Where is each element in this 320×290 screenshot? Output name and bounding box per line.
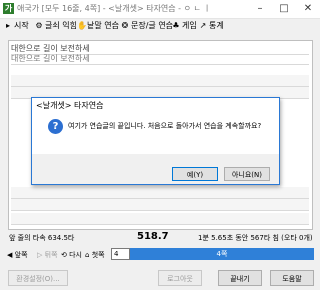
current-speed: 518.7 [137, 231, 169, 242]
menu-label: 게임 [182, 21, 197, 30]
yes-button[interactable]: 예(Y) [172, 167, 218, 181]
retry-button[interactable]: ⟲ 다시 [61, 250, 82, 260]
menu-label: 시작 [14, 21, 29, 30]
menu-word-practice[interactable]: ✋ 낱말 연습 [77, 20, 119, 31]
menu-label: 낱말 연습 [87, 21, 119, 30]
prev-page-button[interactable]: ◀ 앞쪽 [7, 250, 28, 260]
menu-label: 문장/글 연습 [131, 21, 174, 30]
menu-statistics[interactable]: ↗ 통계 [199, 20, 224, 31]
dialog-body [32, 113, 279, 154]
session-summary: 1분 5.65초 동안 567타 침 (오타 0개) [198, 234, 313, 242]
arrow-right-icon: ▷ [37, 251, 43, 259]
typed-line[interactable]: 대한으로 길이 보전하세 [11, 53, 309, 65]
menu-label: 글쇠 익힘 [45, 21, 77, 30]
window-title: 애국가 [모두 16줄, 4쪽] - <날개셋> 타자연습 - ㅇ ㄴ ㅣ [17, 4, 211, 13]
hand-icon: ✋ [77, 20, 87, 30]
minimize-button[interactable]: – [248, 0, 272, 18]
menu-label: 통계 [209, 21, 224, 30]
menu-game[interactable]: ♣ 게임 [172, 20, 197, 31]
confirm-dialog: <날개셋> 타자연습 ? 여기가 연습글의 끝입니다. 처음으로 돌아가서 연습… [31, 97, 280, 185]
progress-bar: 4쪽 [130, 248, 314, 260]
help-button[interactable]: 도움말 [270, 270, 314, 286]
empty-line [11, 213, 309, 225]
no-button[interactable]: 아니요(N) [224, 167, 270, 181]
empty-line [11, 75, 309, 87]
exit-button[interactable]: 끝내기 [218, 270, 262, 286]
page-count-input[interactable]: 4 [111, 248, 130, 260]
statistics-icon: ↗ [199, 20, 207, 30]
next-page-label: 뒤쪽 [44, 251, 58, 259]
dialog-message: 여기가 연습글의 끝입니다. 처음으로 돌아가서 연습을 계속할까요? [68, 122, 262, 130]
menu-bar: ▸ 시작 ⚙ 글쇠 익힘 ✋ 낱말 연습 ❂ 문장/글 연습 ♣ 게임 ↗ 통계 [0, 19, 320, 33]
logout-button[interactable]: 로그아웃 [158, 270, 202, 286]
empty-line [11, 187, 309, 199]
arrow-left-icon: ◀ [7, 251, 13, 259]
retry-label: 다시 [69, 251, 82, 259]
maximize-button[interactable]: □ [272, 0, 296, 18]
title-bar: 가 애국가 [모두 16줄, 4쪽] - <날개셋> 타자연습 - ㅇ ㄴ ㅣ … [0, 0, 320, 19]
game-icon: ♣ [172, 20, 180, 30]
play-icon: ▸ [5, 20, 10, 30]
dialog-title: <날개셋> 타자연습 [36, 101, 104, 110]
first-page-button[interactable]: ⌂ 첫쪽 [85, 250, 105, 260]
home-icon: ⌂ [85, 251, 90, 259]
dialog-title-bar: <날개셋> 타자연습 [32, 98, 279, 113]
empty-line [11, 199, 309, 211]
progress-label: 4쪽 [216, 250, 228, 258]
menu-key-practice[interactable]: ⚙ 글쇠 익힘 [35, 20, 77, 31]
first-page-label: 첫쪽 [91, 251, 105, 259]
menu-sentence-practice[interactable]: ❂ 문장/글 연습 [121, 20, 173, 31]
question-icon: ? [48, 119, 63, 134]
prev-page-label: 앞쪽 [14, 251, 28, 259]
document-icon: ❂ [121, 20, 129, 30]
menu-start[interactable]: ▸ 시작 [4, 20, 29, 31]
settings-button[interactable]: 환경설정(O)... [8, 270, 68, 286]
next-page-button[interactable]: ▷ 뒤쪽 [37, 250, 58, 260]
close-button[interactable]: ✕ [296, 0, 320, 18]
app-icon: 가 [3, 3, 14, 14]
retry-icon: ⟲ [61, 251, 67, 259]
gear-icon: ⚙ [35, 20, 43, 30]
previous-line-speed: 앞 줄의 타속 634.5타 [9, 234, 75, 242]
